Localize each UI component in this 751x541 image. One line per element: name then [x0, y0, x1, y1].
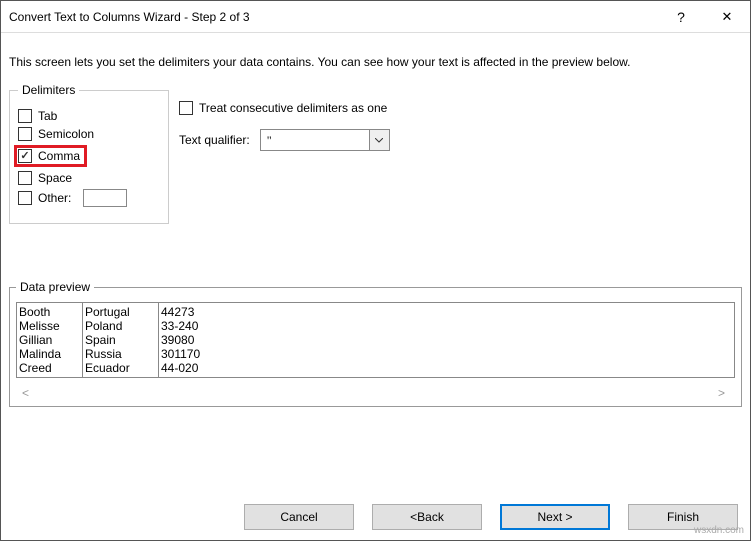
horizontal-scrollbar[interactable]: < >: [22, 386, 725, 400]
scroll-left-icon[interactable]: <: [22, 386, 29, 400]
preview-grid: Booth Melisse Gillian Malinda Creed Port…: [16, 302, 735, 378]
options-panel: Treat consecutive delimiters as one Text…: [179, 83, 390, 151]
qualifier-combo[interactable]: ": [260, 129, 390, 151]
watermark: wsxdn.com: [694, 525, 744, 536]
delimiters-legend: Delimiters: [18, 83, 79, 97]
space-checkbox-row[interactable]: Space: [18, 171, 160, 185]
qualifier-row: Text qualifier: ": [179, 129, 390, 151]
other-checkbox-row[interactable]: Other:: [18, 189, 160, 207]
delimiters-fieldset: Delimiters Tab Semicolon Comma Space: [9, 83, 169, 224]
consecutive-checkbox-row[interactable]: Treat consecutive delimiters as one: [179, 101, 390, 115]
tab-checkbox-row[interactable]: Tab: [18, 109, 160, 123]
preview-col-3: 44273 33-240 39080 301170 44-020: [159, 303, 735, 377]
semicolon-checkbox-row[interactable]: Semicolon: [18, 127, 160, 141]
other-input[interactable]: [83, 189, 127, 207]
preview-legend: Data preview: [16, 280, 94, 294]
semicolon-checkbox[interactable]: [18, 127, 32, 141]
space-checkbox[interactable]: [18, 171, 32, 185]
window-title: Convert Text to Columns Wizard - Step 2 …: [9, 10, 658, 24]
description-text: This screen lets you set the delimiters …: [9, 45, 742, 83]
comma-checkbox[interactable]: [18, 149, 32, 163]
comma-label: Comma: [38, 149, 80, 163]
other-label: Other:: [38, 191, 71, 205]
preview-fieldset: Data preview Booth Melisse Gillian Malin…: [9, 280, 742, 407]
cancel-button[interactable]: Cancel: [244, 504, 354, 530]
consecutive-label: Treat consecutive delimiters as one: [199, 101, 387, 115]
preview-col-1: Booth Melisse Gillian Malinda Creed: [17, 303, 83, 377]
preview-section: Data preview Booth Melisse Gillian Malin…: [9, 280, 742, 407]
button-bar: Cancel < Back Next > Finish: [244, 504, 738, 530]
semicolon-label: Semicolon: [38, 127, 94, 141]
next-button[interactable]: Next >: [500, 504, 610, 530]
qualifier-value: ": [261, 130, 369, 150]
dialog-content: This screen lets you set the delimiters …: [1, 33, 750, 407]
comma-highlight: Comma: [14, 145, 87, 167]
titlebar: Convert Text to Columns Wizard - Step 2 …: [1, 1, 750, 33]
close-button[interactable]: ✕: [704, 1, 750, 33]
preview-col-2: Portugal Poland Spain Russia Ecuador: [83, 303, 159, 377]
chevron-down-icon[interactable]: [369, 130, 389, 150]
help-button[interactable]: ?: [658, 1, 704, 33]
qualifier-label: Text qualifier:: [179, 133, 250, 147]
tab-label: Tab: [38, 109, 57, 123]
scroll-right-icon[interactable]: >: [718, 386, 725, 400]
back-button[interactable]: < Back: [372, 504, 482, 530]
consecutive-checkbox[interactable]: [179, 101, 193, 115]
comma-checkbox-row[interactable]: Comma: [18, 149, 80, 163]
other-checkbox[interactable]: [18, 191, 32, 205]
space-label: Space: [38, 171, 72, 185]
tab-checkbox[interactable]: [18, 109, 32, 123]
